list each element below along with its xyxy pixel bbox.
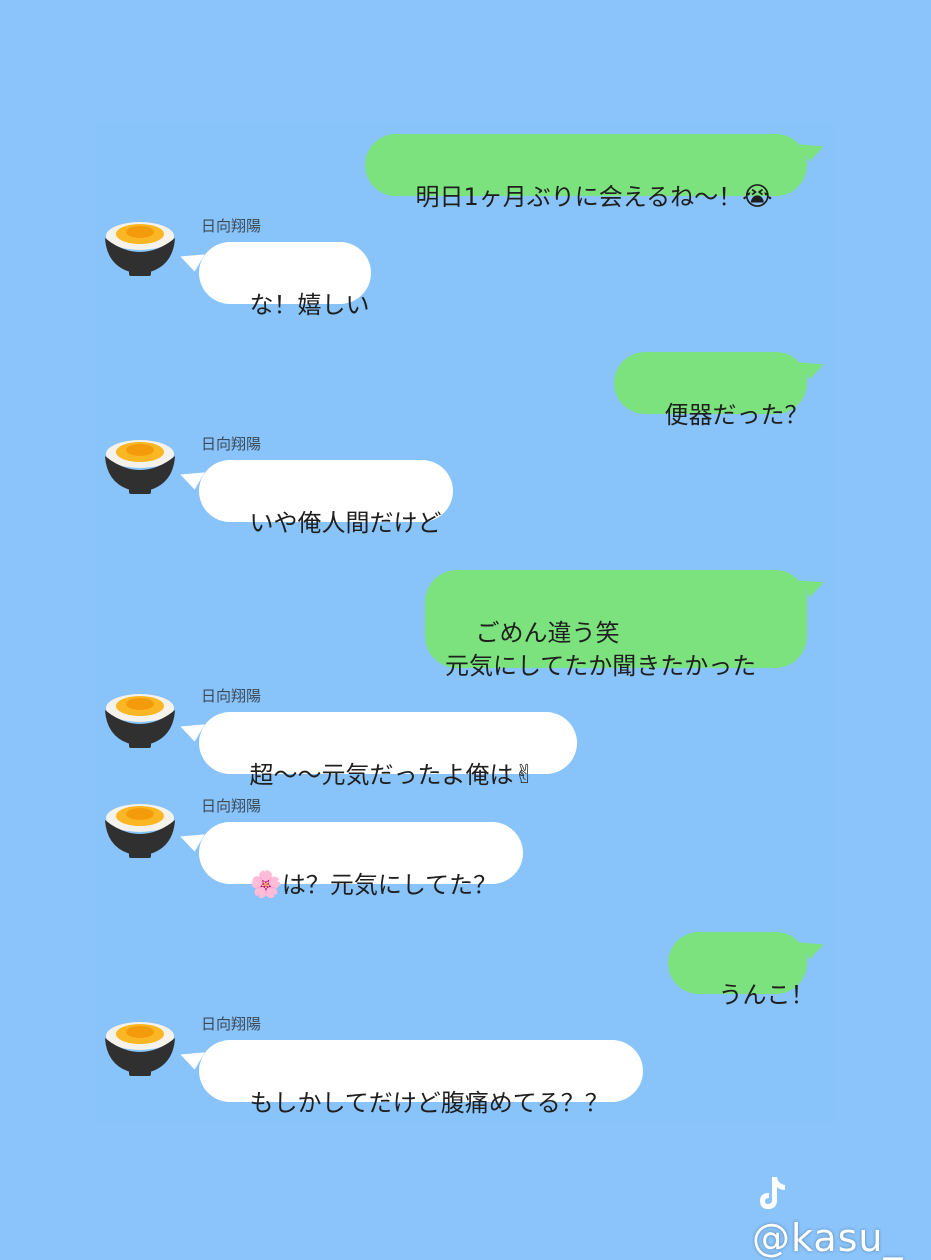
sender-name: 日向翔陽 (201, 435, 262, 453)
avatar-egg-rice-bowl-icon[interactable] (103, 426, 177, 496)
avatar-egg-rice-bowl-icon[interactable] (103, 1008, 177, 1078)
sender-name: 日向翔陽 (201, 1015, 262, 1033)
sent-message[interactable]: ごめん違う笑 元気にしてたか聞きたかった (425, 570, 807, 680)
avatar-egg-rice-bowl-icon[interactable] (103, 790, 177, 860)
message-text: うんこ！ (718, 981, 815, 1009)
message-text: ごめん違う笑 元気にしてたか聞きたかった (445, 619, 757, 680)
message-text: もしかしてだけど腹痛めてる？？ (249, 1089, 609, 1117)
received-message[interactable]: 🌸は？元気にしてた？ (199, 822, 523, 900)
message-text: いや俺人間だけど (249, 509, 442, 537)
sender-name: 日向翔陽 (201, 217, 262, 235)
sent-message[interactable]: 明日1ヶ月ぶりに会えるね〜！😭 (365, 134, 807, 212)
message-text: は？元気にしてた？ (281, 871, 498, 899)
chat-area: 明日1ヶ月ぶりに会えるね〜！😭 日向翔陽 な！嬉しい 便器だった？ 日向翔陽 い… (95, 122, 835, 1122)
sender-name: 日向翔陽 (201, 797, 262, 815)
sent-message[interactable]: 便器だった？ (614, 352, 809, 429)
crying-face-emoji: 😭 (742, 182, 773, 212)
message-text: 便器だった？ (664, 401, 809, 429)
avatar-egg-rice-bowl-icon[interactable] (103, 680, 177, 750)
received-message[interactable]: もしかしてだけど腹痛めてる？？ (199, 1040, 643, 1117)
victory-hand-emoji: ✌ (513, 760, 536, 790)
received-message[interactable]: 超〜〜元気だったよ俺は✌ (199, 712, 577, 790)
cherry-blossom-emoji: 🌸 (249, 870, 282, 900)
received-message[interactable]: な！嬉しい (199, 242, 371, 319)
received-message[interactable]: いや俺人間だけど (199, 460, 453, 537)
message-text: 超〜〜元気だったよ俺は (249, 761, 514, 789)
sent-message[interactable]: うんこ！ (668, 932, 815, 1009)
message-text: な！嬉しい (249, 291, 370, 319)
avatar-egg-rice-bowl-icon[interactable] (103, 208, 177, 278)
tiktok-watermark: @kasu_ (752, 1172, 931, 1260)
message-text: 明日1ヶ月ぶりに会えるね〜！ (415, 183, 743, 211)
sender-name: 日向翔陽 (201, 687, 262, 705)
tiktok-logo-icon (760, 1177, 785, 1209)
watermark-text: @kasu_ (752, 1216, 904, 1260)
